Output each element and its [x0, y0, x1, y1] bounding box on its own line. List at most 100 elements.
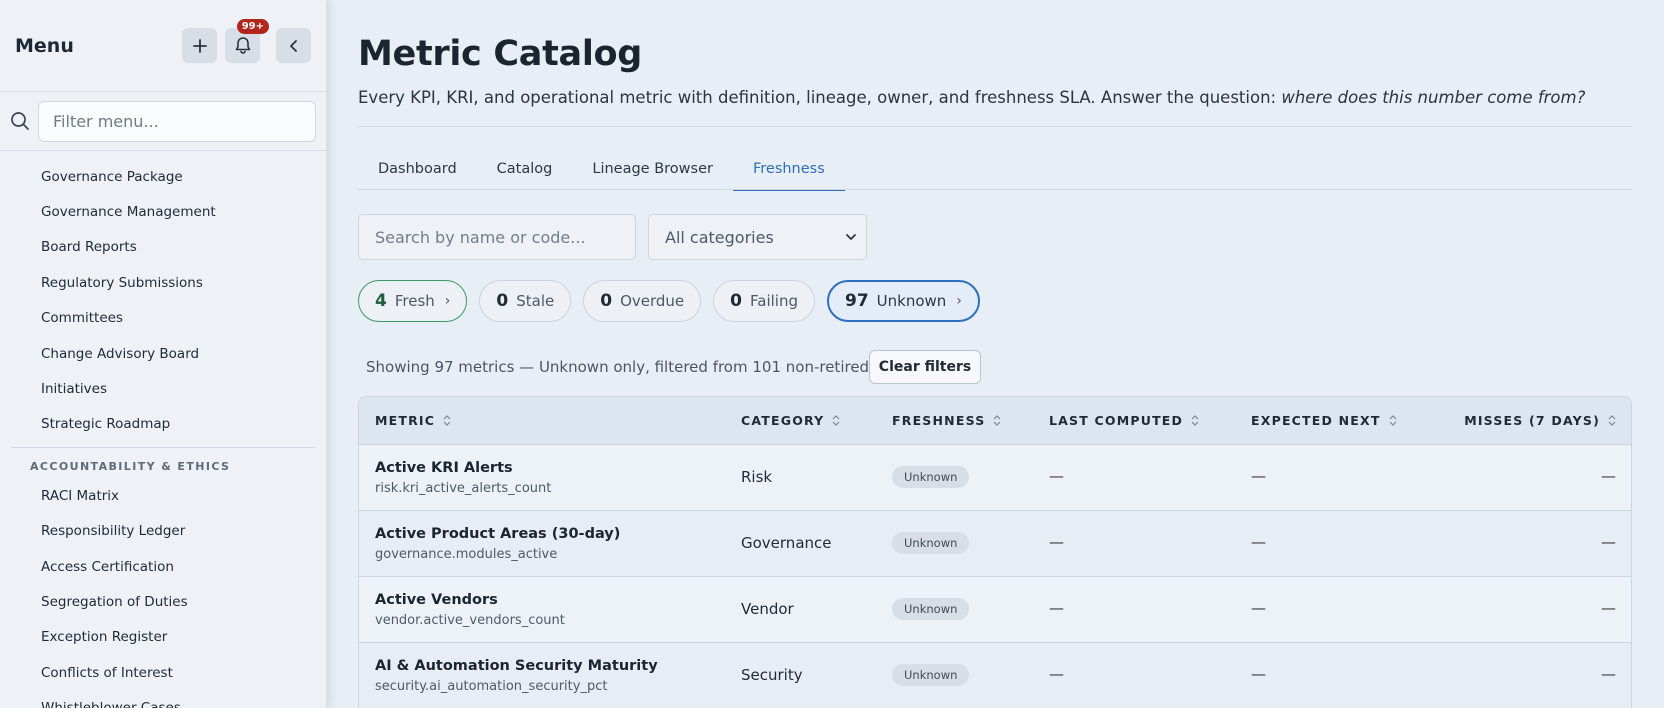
expected-next: — — [1251, 533, 1266, 551]
pill-failing[interactable]: 0 Failing — [713, 280, 815, 322]
pill-label: Fresh — [394, 292, 435, 310]
sidebar-item-committees[interactable]: Committees — [0, 301, 326, 336]
sidebar-header: Menu 99+ — [0, 0, 326, 92]
last-computed: — — [1049, 533, 1064, 551]
sidebar-filter — [0, 92, 326, 151]
sort-icon — [1608, 415, 1616, 426]
sidebar: Menu 99+ Governance Package Governance M… — [0, 0, 327, 708]
page-title: Metric Catalog — [358, 34, 643, 74]
sidebar-section-label: ACCOUNTABILITY & ETHICS — [30, 459, 231, 473]
table-row[interactable]: Active Product Areas (30-day) governance… — [359, 511, 1631, 577]
tab-catalog[interactable]: Catalog — [477, 156, 573, 190]
filter-menu-input[interactable] — [38, 100, 316, 142]
pill-label: Overdue — [620, 292, 685, 310]
table-row[interactable]: AI & Automation Security Maturity securi… — [359, 643, 1631, 708]
add-button[interactable] — [182, 28, 217, 63]
column-label: LAST COMPUTED — [1049, 413, 1184, 428]
collapse-sidebar-button[interactable] — [276, 28, 311, 63]
misses-7-days: — — [1601, 467, 1616, 485]
sort-icon — [1389, 415, 1397, 426]
misses-7-days: — — [1601, 665, 1616, 683]
sidebar-item-responsibility-ledger[interactable]: Responsibility Ledger — [0, 514, 326, 549]
results-summary: Showing 97 metrics — Unknown only, filte… — [366, 358, 930, 376]
sidebar-item-governance-management[interactable]: Governance Management — [0, 194, 326, 229]
category-select[interactable]: All categories — [648, 214, 867, 260]
header-divider — [358, 126, 1632, 127]
metric-code: vendor.active_vendors_count — [375, 613, 565, 628]
pill-label: Stale — [516, 292, 555, 310]
sort-icon — [443, 415, 451, 426]
expected-next: — — [1251, 599, 1266, 617]
chevron-left-icon — [289, 39, 297, 52]
metric-name: Active Product Areas (30-day) — [375, 526, 621, 542]
sidebar-item-raci-matrix[interactable]: RACI Matrix — [0, 478, 326, 513]
expected-next: — — [1251, 665, 1266, 683]
pill-count: 0 — [600, 291, 613, 311]
column-header-freshness[interactable]: FRESHNESS — [892, 413, 1001, 428]
column-label: METRIC — [375, 413, 436, 428]
metric-name: Active Vendors — [375, 592, 498, 608]
metric-code: governance.modules_active — [375, 547, 558, 562]
clear-filters-button[interactable]: Clear filters — [869, 350, 981, 384]
chevron-down-icon — [846, 234, 856, 240]
table-row[interactable]: Active Vendors vendor.active_vendors_cou… — [359, 577, 1631, 643]
tab-divider — [358, 189, 1632, 190]
misses-7-days: — — [1601, 533, 1616, 551]
sidebar-item-access-certification[interactable]: Access Certification — [0, 549, 326, 584]
pill-fresh[interactable]: 4 Fresh › — [358, 280, 468, 322]
notifications-button[interactable]: 99+ — [225, 19, 269, 63]
tab-bar: Dashboard Catalog Lineage Browser Freshn… — [358, 156, 845, 191]
bell-icon — [235, 37, 250, 54]
pill-unknown[interactable]: 97 Unknown › — [826, 280, 980, 322]
pill-label: Unknown — [876, 292, 947, 310]
column-header-category[interactable]: CATEGORY — [741, 413, 840, 428]
table-header: METRIC CATEGORY FRESHNESS LAST COMPUTED … — [359, 397, 1631, 445]
expected-next: — — [1251, 467, 1266, 485]
main-content: Metric Catalog Every KPI, KRI, and opera… — [358, 0, 1632, 708]
column-header-misses[interactable]: MISSES (7 DAYS) — [1464, 413, 1616, 428]
sidebar-item-regulatory-submissions[interactable]: Regulatory Submissions — [0, 265, 326, 300]
sidebar-item-governance-package[interactable]: Governance Package — [0, 159, 326, 194]
sidebar-title: Menu — [15, 34, 74, 57]
subtitle-text: Every KPI, KRI, and operational metric w… — [358, 88, 1277, 107]
chevron-right-icon: › — [444, 293, 451, 309]
sidebar-item-conflicts-of-interest[interactable]: Conflicts of Interest — [0, 655, 326, 690]
column-header-last-computed[interactable]: LAST COMPUTED — [1049, 413, 1199, 428]
freshness-badge: Unknown — [892, 598, 970, 620]
sidebar-item-initiatives[interactable]: Initiatives — [0, 371, 326, 406]
metric-category: Security — [741, 666, 803, 684]
tab-dashboard[interactable]: Dashboard — [358, 156, 477, 190]
pill-count: 97 — [844, 291, 869, 311]
column-header-expected-next[interactable]: EXPECTED NEXT — [1251, 413, 1397, 428]
tab-freshness[interactable]: Freshness — [732, 156, 845, 191]
column-label: MISSES (7 DAYS) — [1464, 413, 1600, 428]
last-computed: — — [1049, 467, 1064, 485]
misses-7-days: — — [1601, 599, 1616, 617]
sidebar-item-segregation-of-duties[interactable]: Segregation of Duties — [0, 584, 326, 619]
metric-name: Active KRI Alerts — [375, 460, 513, 476]
pill-overdue[interactable]: 0 Overdue — [583, 280, 702, 322]
subtitle-emphasis: where does this number come from? — [1281, 88, 1586, 107]
sort-icon — [833, 415, 840, 426]
chevron-right-icon: › — [956, 293, 962, 309]
column-label: CATEGORY — [741, 413, 825, 428]
sort-icon — [993, 415, 1001, 426]
column-header-metric[interactable]: METRIC — [375, 413, 451, 428]
pill-count: 0 — [730, 291, 742, 311]
status-pills: 4 Fresh › 0 Stale 0 Overdue 0 Failing 97… — [358, 280, 992, 322]
pill-count: 0 — [496, 291, 509, 311]
tab-lineage-browser[interactable]: Lineage Browser — [572, 156, 733, 190]
plus-icon — [192, 38, 207, 53]
column-label: FRESHNESS — [892, 413, 986, 428]
sidebar-item-change-advisory-board[interactable]: Change Advisory Board — [0, 336, 326, 371]
sidebar-item-whistleblower-cases[interactable]: Whistleblower Cases — [0, 690, 326, 708]
metric-code: security.ai_automation_security_pct — [375, 679, 608, 694]
sidebar-item-board-reports[interactable]: Board Reports — [0, 230, 326, 265]
freshness-badge: Unknown — [892, 466, 970, 488]
pill-label: Failing — [750, 292, 798, 310]
sidebar-item-exception-register[interactable]: Exception Register — [0, 620, 326, 655]
sidebar-item-strategic-roadmap[interactable]: Strategic Roadmap — [0, 407, 326, 442]
metric-search-input[interactable] — [358, 214, 636, 260]
table-row[interactable]: Active KRI Alerts risk.kri_active_alerts… — [359, 445, 1631, 511]
pill-stale[interactable]: 0 Stale — [479, 280, 572, 322]
